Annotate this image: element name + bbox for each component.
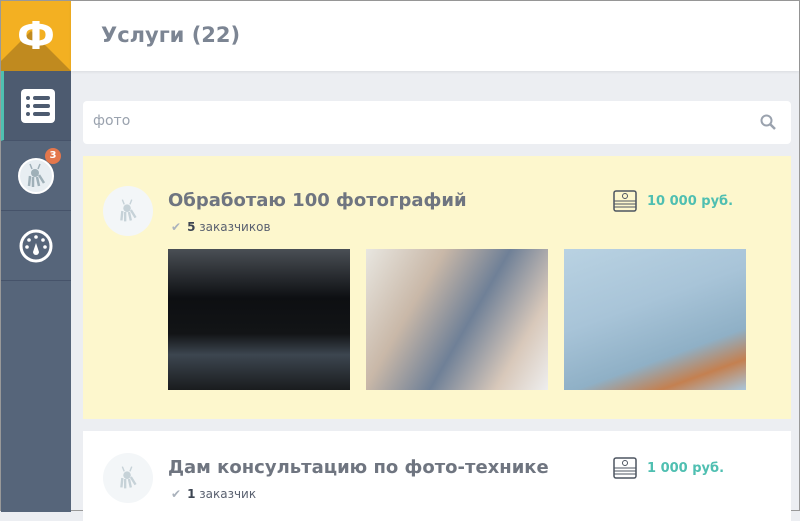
gauge-icon xyxy=(19,229,53,262)
customers-count: ✔ 5 заказчиков xyxy=(171,220,271,234)
nav-profile[interactable]: 3 xyxy=(1,141,71,211)
photo-bicycle[interactable] xyxy=(564,249,746,390)
monster-icon xyxy=(120,199,137,222)
page-title: Услуги (22) xyxy=(101,23,241,47)
nav-services[interactable] xyxy=(1,71,71,141)
notification-badge: 3 xyxy=(45,148,61,164)
money-icon xyxy=(613,190,637,212)
monster-icon xyxy=(120,466,137,489)
logo[interactable]: Ф xyxy=(1,1,71,71)
service-title[interactable]: Обработаю 100 фотографий xyxy=(168,190,467,211)
money-icon xyxy=(613,457,637,479)
service-title[interactable]: Дам консультацию по фото-технике xyxy=(168,457,549,478)
service-card[interactable]: Обработаю 100 фотографий ✔ 5 заказчиков 1… xyxy=(83,156,791,419)
header: Услуги (22) xyxy=(71,1,799,71)
price: 10 000 руб. xyxy=(613,190,733,212)
list-icon xyxy=(20,88,55,123)
search-input[interactable] xyxy=(93,113,693,129)
check-icon: ✔ xyxy=(171,220,182,234)
search-box xyxy=(83,101,791,144)
photo-street[interactable] xyxy=(168,249,350,390)
sidebar: Ф 3 xyxy=(1,1,71,512)
customers-count: ✔ 1 заказчик xyxy=(171,487,257,501)
service-card[interactable]: Дам консультацию по фото-технике ✔ 1 зака… xyxy=(83,431,791,521)
logo-letter: Ф xyxy=(17,14,55,58)
price: 1 000 руб. xyxy=(613,457,724,479)
avatar xyxy=(103,186,153,236)
nav-dashboard[interactable] xyxy=(1,211,71,281)
search-icon[interactable] xyxy=(760,114,776,130)
photo-portrait[interactable] xyxy=(366,249,548,390)
avatar xyxy=(103,453,153,503)
check-icon: ✔ xyxy=(171,487,182,501)
